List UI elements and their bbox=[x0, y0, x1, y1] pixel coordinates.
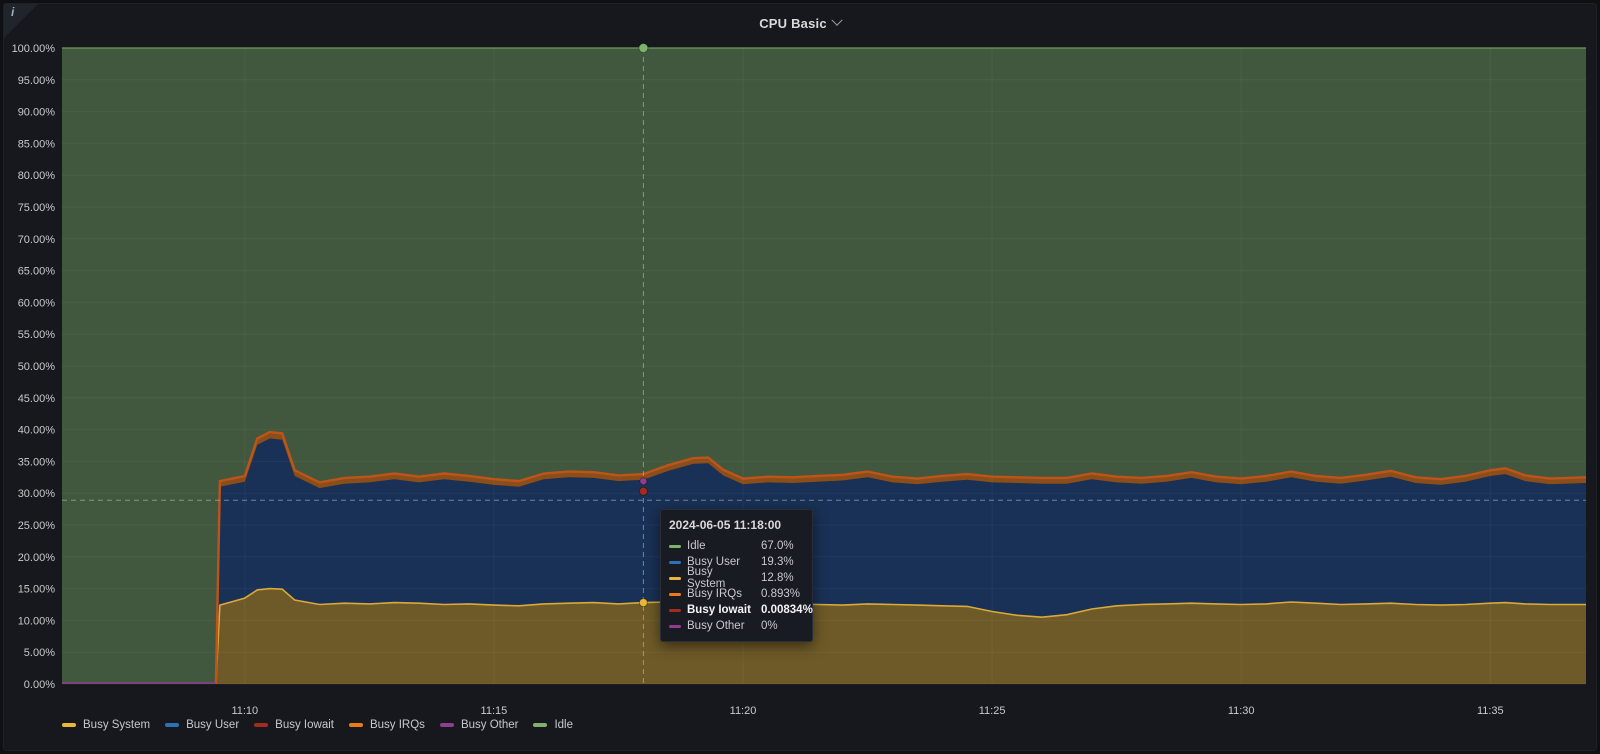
tooltip-series-name: Idle bbox=[687, 540, 706, 552]
y-tick-label: 50.00% bbox=[18, 361, 56, 373]
chart-tooltip: 2024-06-05 11:18:00 Idle 67.0% Busy User 19… bbox=[660, 509, 813, 642]
tooltip-swatch-icon bbox=[669, 624, 681, 628]
x-tick-label: 11:10 bbox=[231, 705, 258, 717]
tooltip-series-name: Busy IRQs bbox=[687, 588, 742, 600]
y-tick-label: 90.00% bbox=[18, 107, 56, 119]
y-tick-label: 55.00% bbox=[18, 329, 56, 341]
tooltip-swatch-icon bbox=[669, 560, 681, 564]
y-tick-label: 45.00% bbox=[18, 393, 56, 405]
tooltip-swatch-icon bbox=[669, 544, 681, 548]
legend-item-busy-other[interactable]: Busy Other bbox=[439, 719, 519, 731]
legend-label: Busy System bbox=[83, 719, 151, 731]
y-tick-label: 40.00% bbox=[18, 425, 56, 437]
y-tick-label: 10.00% bbox=[18, 615, 56, 627]
x-tick-label: 11:30 bbox=[1228, 705, 1255, 717]
tooltip-series-value: 0.893% bbox=[761, 588, 801, 600]
legend-swatch-icon bbox=[439, 723, 454, 727]
x-tick-label: 11:35 bbox=[1477, 705, 1504, 717]
y-tick-label: 0.00% bbox=[24, 679, 55, 691]
legend-item-busy-irqs[interactable]: Busy IRQs bbox=[348, 719, 425, 731]
x-tick-label: 11:20 bbox=[730, 705, 757, 717]
legend-swatch-icon bbox=[254, 723, 269, 727]
tooltip-row-busy-other: Busy Other 0% bbox=[669, 618, 804, 634]
y-tick-label: 20.00% bbox=[18, 552, 56, 564]
tooltip-series-name: Busy Other bbox=[687, 620, 745, 632]
y-tick-label: 15.00% bbox=[18, 584, 56, 596]
tooltip-series-value: 0% bbox=[761, 620, 778, 632]
x-tick-label: 11:15 bbox=[481, 705, 508, 717]
legend-item-idle[interactable]: Idle bbox=[533, 719, 573, 731]
tooltip-series-value: 0.00834% bbox=[761, 604, 813, 616]
tooltip-series-value: 12.8% bbox=[761, 572, 794, 584]
y-tick-label: 30.00% bbox=[18, 488, 56, 500]
legend-swatch-icon bbox=[62, 723, 76, 727]
tooltip-series-value: 19.3% bbox=[761, 556, 794, 568]
y-tick-label: 5.00% bbox=[24, 647, 55, 659]
legend-label: Idle bbox=[554, 719, 574, 731]
tooltip-series-value: 67.0% bbox=[761, 540, 794, 552]
legend-label: Busy IRQs bbox=[369, 719, 425, 731]
y-tick-label: 95.00% bbox=[18, 75, 56, 87]
tooltip-row-busy-iowait: Busy Iowait 0.00834% bbox=[669, 602, 813, 618]
legend: Busy System Busy User Busy Iowait Busy IRQs… bbox=[62, 719, 588, 731]
tooltip-timestamp: 2024-06-05 11:18:00 bbox=[669, 518, 782, 532]
y-tick-label: 75.00% bbox=[18, 202, 56, 214]
y-tick-label: 60.00% bbox=[18, 297, 56, 309]
y-tick-label: 70.00% bbox=[18, 234, 56, 246]
legend-swatch-icon bbox=[533, 723, 548, 727]
y-tick-label: 25.00% bbox=[18, 520, 56, 532]
y-tick-label: 100.00% bbox=[12, 43, 56, 55]
tooltip-row-idle: Idle 67.0% bbox=[669, 538, 804, 554]
legend-item-busy-user[interactable]: Busy User bbox=[165, 719, 239, 731]
y-tick-label: 80.00% bbox=[18, 170, 56, 182]
legend-item-busy-iowait[interactable]: Busy Iowait bbox=[254, 719, 334, 731]
y-tick-label: 65.00% bbox=[18, 266, 56, 278]
legend-label: Busy Other bbox=[460, 719, 519, 731]
y-tick-label: 35.00% bbox=[18, 456, 56, 468]
tooltip-row-busy-system: Busy System 12.8% bbox=[669, 566, 804, 590]
tooltip-series-name: Busy System bbox=[687, 566, 726, 590]
tooltip-swatch-icon bbox=[669, 608, 681, 612]
tooltip-row-busy-irqs: Busy IRQs 0.893% bbox=[669, 586, 804, 602]
plot-area[interactable] bbox=[62, 48, 1586, 684]
tooltip-swatch-icon bbox=[669, 576, 681, 580]
y-tick-label: 85.00% bbox=[18, 138, 56, 150]
legend-swatch-icon bbox=[348, 723, 363, 727]
legend-label: Busy User bbox=[186, 719, 240, 731]
legend-swatch-icon bbox=[165, 723, 180, 727]
x-tick-label: 11:25 bbox=[979, 705, 1006, 717]
legend-label: Busy Iowait bbox=[275, 719, 334, 731]
tooltip-swatch-icon bbox=[669, 592, 681, 596]
legend-item-busy-system[interactable]: Busy System bbox=[62, 719, 150, 731]
tooltip-series-name: Busy Iowait bbox=[687, 604, 751, 616]
